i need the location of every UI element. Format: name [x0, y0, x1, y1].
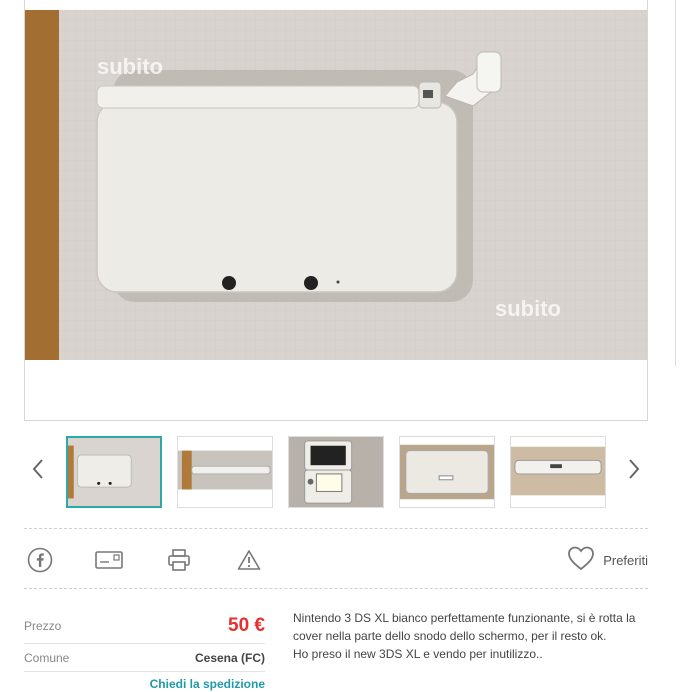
city-row: Comune Cesena (FC)	[24, 644, 265, 672]
sidebar-divider	[675, 0, 676, 366]
thumbnail-1[interactable]	[66, 436, 162, 508]
city-label: Comune	[24, 650, 70, 665]
thumbnail-strip	[24, 432, 648, 512]
watermark-top: subito	[97, 54, 163, 79]
city-value: Cesena (FC)	[194, 650, 265, 665]
main-photo[interactable]: subito subito	[25, 10, 647, 360]
divider-top	[24, 528, 648, 529]
price-value: 50 €	[228, 614, 265, 636]
price-row: Prezzo 50 €	[24, 608, 265, 644]
thumbnail-4[interactable]	[399, 436, 495, 508]
main-photo-frame: subito subito	[24, 0, 648, 421]
description-line: Nintendo 3 DS XL bianco perfettamente fu…	[293, 611, 636, 625]
warning-icon[interactable]	[235, 546, 263, 574]
price-label: Prezzo	[24, 618, 62, 633]
favorites-button[interactable]: Preferiti	[567, 545, 648, 576]
thumbnail-2[interactable]	[177, 436, 273, 508]
listing-page: subito subito Preferiti Prezzo 50 € Comu…	[0, 0, 682, 692]
actions-bar: Preferiti	[24, 540, 648, 578]
details-panel: Prezzo 50 € Comune Cesena (FC) Chiedi la…	[24, 608, 265, 691]
envelope-icon[interactable]	[95, 546, 123, 574]
chevron-left-icon[interactable]	[26, 454, 50, 484]
divider-bottom	[24, 588, 648, 589]
description: Nintendo 3 DS XL bianco perfettamente fu…	[293, 609, 653, 663]
description-line: Ho preso il new 3DS XL e vendo per inuti…	[293, 647, 543, 661]
chevron-right-icon[interactable]	[622, 454, 646, 484]
shipping-link[interactable]: Chiedi la spedizione	[24, 677, 265, 691]
description-line: cover nella parte dello snodo dello sche…	[293, 629, 607, 643]
thumbnail-5[interactable]	[510, 436, 606, 508]
heart-icon	[567, 545, 595, 576]
favorites-label: Preferiti	[603, 553, 648, 568]
watermark-bottom: subito	[495, 296, 561, 321]
printer-icon[interactable]	[165, 546, 193, 574]
facebook-icon[interactable]	[26, 546, 54, 574]
thumbnail-3[interactable]	[288, 436, 384, 508]
